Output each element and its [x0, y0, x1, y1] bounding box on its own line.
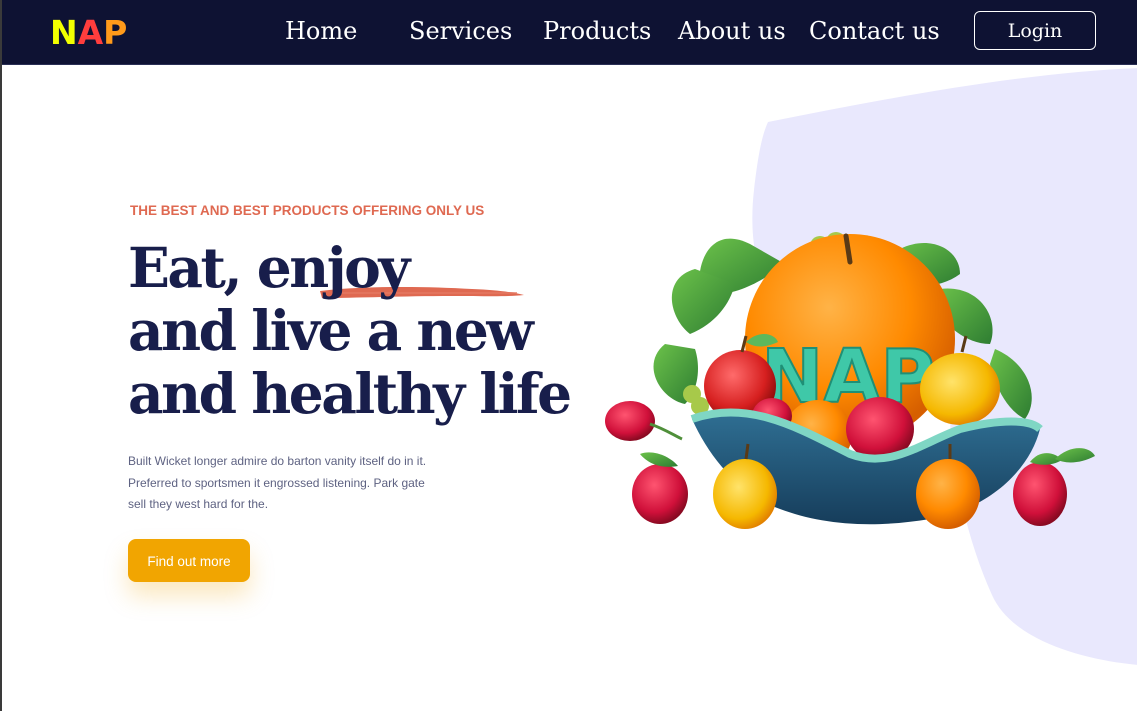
- landing-page: NAP Home Services Products About us Cont…: [0, 0, 1137, 711]
- nav-link-home[interactable]: Home: [285, 14, 357, 48]
- nav-link-about-us[interactable]: About us: [678, 14, 786, 48]
- logo-letter-a: A: [77, 13, 104, 52]
- top-navbar: NAP Home Services Products About us Cont…: [2, 0, 1137, 65]
- logo-letter-n: N: [50, 13, 78, 52]
- nav-link-services[interactable]: Services: [409, 14, 512, 48]
- hero-eyebrow: THE BEST AND BEST PRODUCTS OFFERING ONLY…: [130, 203, 485, 218]
- description-line-3: sell they west hard for the.: [128, 497, 269, 511]
- hero-headline: Eat, enjoy and live a new and healthy li…: [128, 235, 572, 426]
- description-line-2: Preferred to sportsmen it engrossed list…: [128, 475, 425, 490]
- hero-description: Built Wicket longer admire do barton van…: [128, 451, 473, 516]
- headline-line-1: Eat, enjoy: [128, 235, 410, 300]
- logo-letter-p: P: [103, 13, 128, 52]
- login-button[interactable]: Login: [974, 11, 1096, 50]
- description-line-1: Built Wicket longer admire do barton van…: [128, 454, 427, 468]
- fruit-bowl-illustration: NAP: [605, 232, 1095, 529]
- brand-logo[interactable]: NAP: [50, 14, 127, 52]
- headline-line-3: and healthy life: [128, 361, 572, 426]
- find-out-more-button[interactable]: Find out more: [128, 539, 250, 582]
- nav-link-products[interactable]: Products: [543, 14, 651, 48]
- nav-link-contact-us[interactable]: Contact us: [809, 14, 940, 48]
- headline-line-2: and live a new: [128, 298, 534, 363]
